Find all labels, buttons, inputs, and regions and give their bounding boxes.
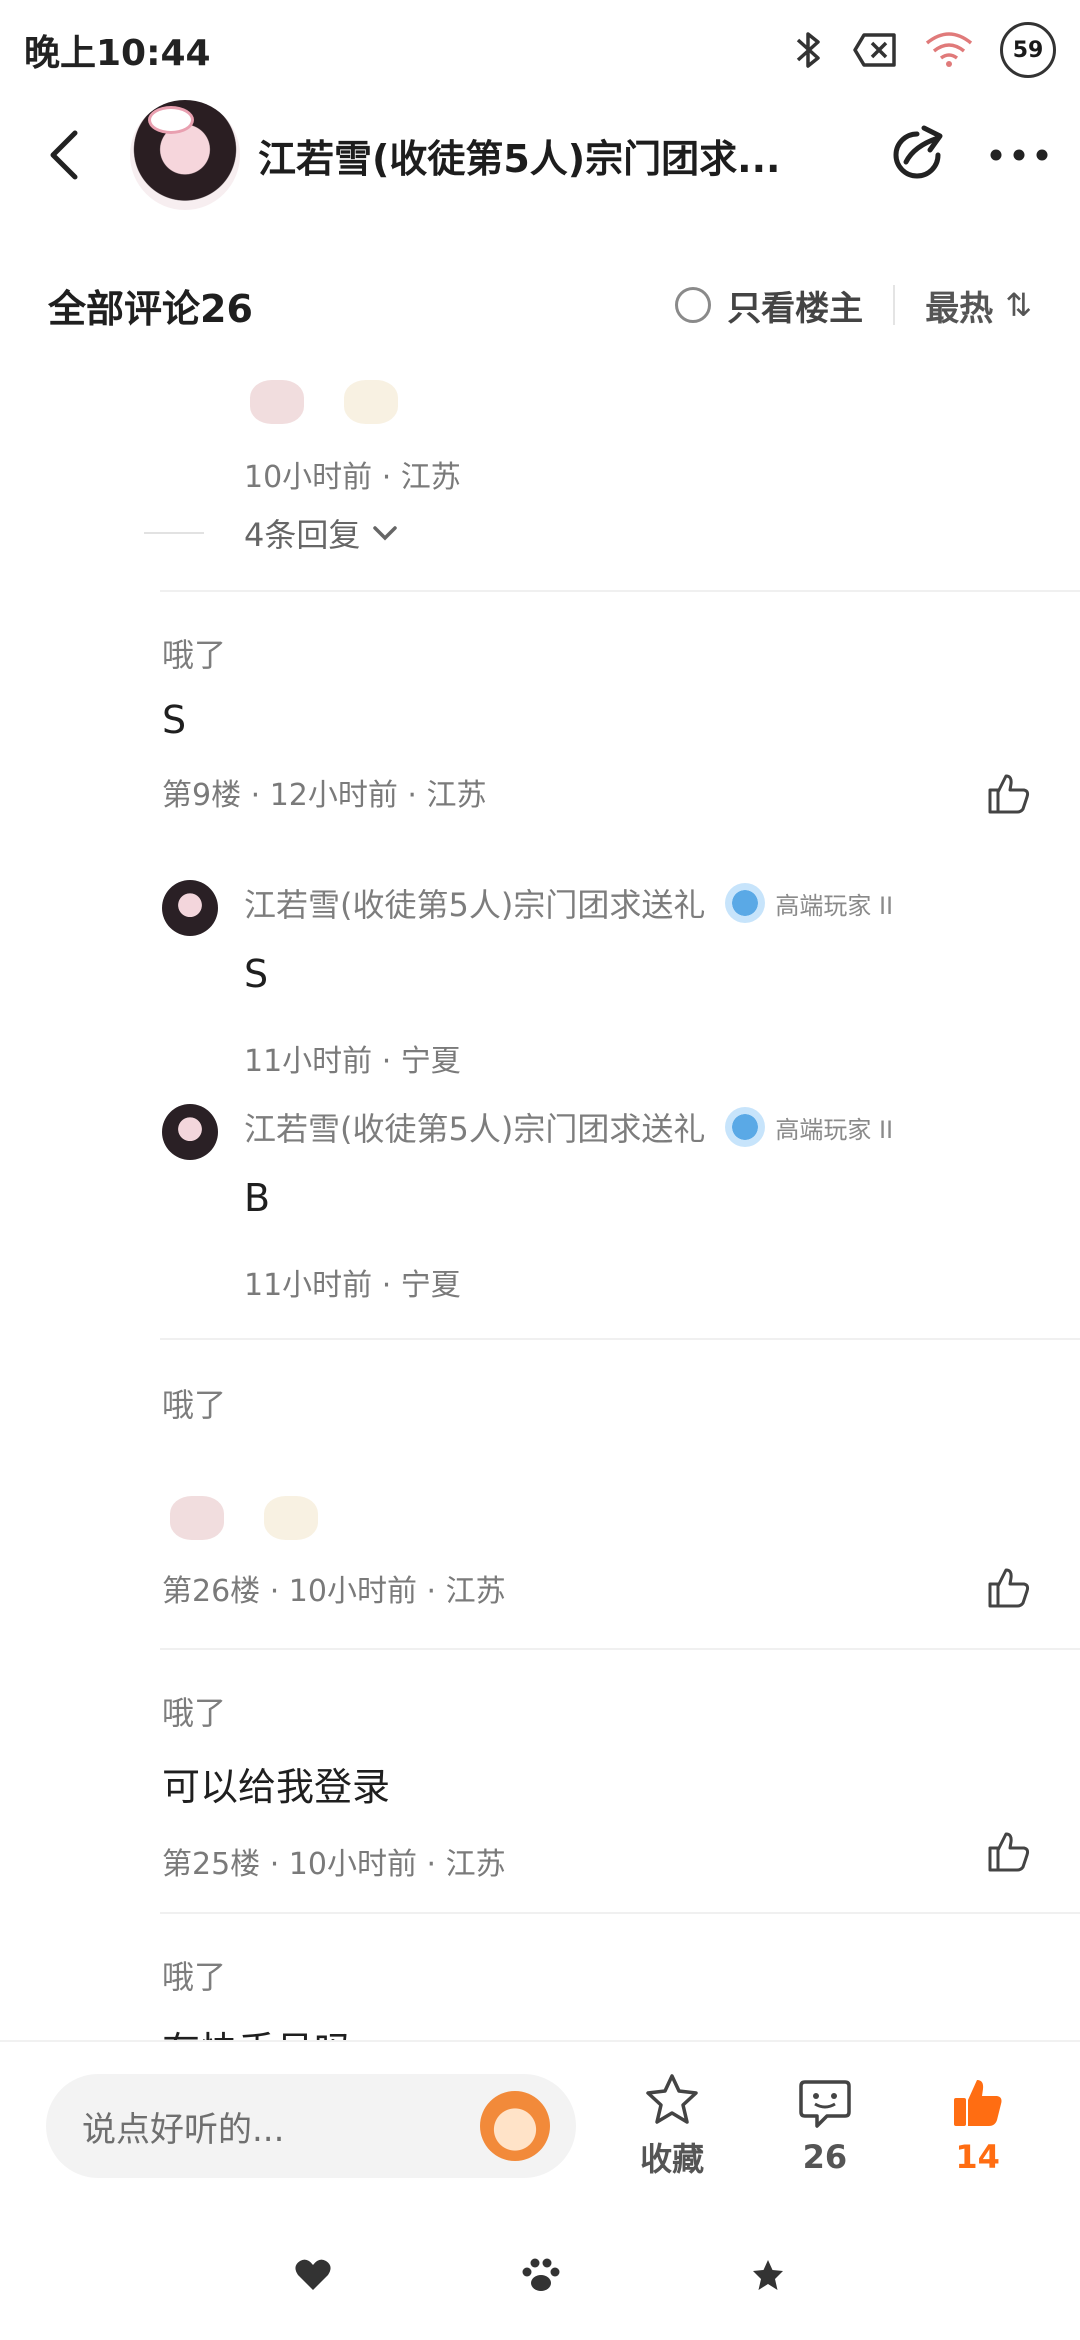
level-badge-label: 高端玩家 II bbox=[775, 891, 894, 920]
back-button[interactable] bbox=[30, 120, 100, 190]
status-time: 晚上10:44 bbox=[24, 33, 211, 74]
comment-username[interactable]: 哦了 bbox=[162, 1952, 1080, 1998]
view-replies-label: 4条回复 bbox=[244, 516, 361, 554]
sort-button[interactable]: 最热 bbox=[925, 281, 993, 330]
like-icon[interactable] bbox=[984, 1828, 1032, 1876]
filter-controls: 只看楼主 最热 ⇅ bbox=[675, 281, 1032, 330]
comment-meta: 第25楼 · 10小时前 · 江苏 bbox=[162, 1847, 506, 1882]
reply-username[interactable]: 江若雪(收徒第5人)宗门团求送礼 bbox=[244, 1104, 705, 1150]
share-icon[interactable] bbox=[886, 124, 948, 186]
bottom-action-bar: 说点好听的... 收藏 26 14 bbox=[0, 2040, 1080, 2210]
comment-text: 有快手号吗 bbox=[162, 2020, 1080, 2040]
comment-username[interactable]: 哦了 bbox=[162, 630, 1080, 676]
comment-button[interactable]: 26 bbox=[769, 2076, 882, 2176]
comments-list: 10小时前 · 江苏 4条回复 哦了 S 第9楼 · 12小时前 · 江苏 江若… bbox=[0, 360, 1080, 2040]
sticker-image bbox=[344, 380, 398, 424]
comment-meta: 第26楼 · 10小时前 · 江苏 bbox=[162, 1574, 506, 1609]
level-badge-icon bbox=[725, 883, 766, 923]
header-actions bbox=[886, 124, 1050, 186]
wifi-icon bbox=[925, 32, 973, 67]
status-bar: 晚上10:44 59 bbox=[0, 0, 1080, 100]
sticker-image bbox=[264, 1496, 318, 1540]
sticker-row bbox=[170, 1496, 1080, 1540]
comment-count: 26 bbox=[802, 2138, 848, 2176]
sim-off-icon bbox=[853, 33, 896, 67]
chevron-down-icon bbox=[373, 526, 398, 541]
post-header: 江若雪(收徒第5人)宗门团求... bbox=[0, 100, 1080, 210]
comment-item: 哦了 可以给我登录 第25楼 · 10小时前 · 江苏 bbox=[162, 1688, 1080, 1883]
reply-text: B bbox=[244, 1176, 271, 1220]
paw-icon[interactable] bbox=[521, 2257, 561, 2293]
star-nav-icon[interactable] bbox=[750, 2258, 786, 2292]
comment-text: 可以给我登录 bbox=[162, 1765, 391, 1809]
all-comments-label: 全部评论26 bbox=[48, 286, 253, 331]
only-op-radio[interactable] bbox=[675, 287, 712, 323]
comment-meta: 10小时前 · 江苏 bbox=[244, 460, 461, 495]
level-badge-label: 高端玩家 II bbox=[775, 1115, 894, 1144]
reply-body: 江若雪(收徒第5人)宗门团求送礼 高端玩家 II B 11小时前 · 宁夏 bbox=[244, 1104, 1080, 1304]
sort-icon[interactable]: ⇅ bbox=[1005, 286, 1032, 324]
comment-input[interactable]: 说点好听的... bbox=[46, 2074, 576, 2178]
divider bbox=[893, 285, 896, 325]
collect-label: 收藏 bbox=[640, 2140, 705, 2178]
reply-text: S bbox=[244, 952, 269, 996]
divider bbox=[160, 1338, 1080, 1340]
chevron-left-icon bbox=[50, 130, 78, 180]
reply-body: 江若雪(收徒第5人)宗门团求送礼 高端玩家 II S 11小时前 · 宁夏 bbox=[244, 880, 1080, 1080]
comment-input-placeholder: 说点好听的... bbox=[82, 2109, 285, 2150]
navigation-bar bbox=[0, 2210, 1080, 2340]
reply-username[interactable]: 江若雪(收徒第5人)宗门团求送礼 bbox=[244, 880, 705, 926]
divider bbox=[160, 1648, 1080, 1650]
more-icon[interactable] bbox=[988, 145, 1050, 165]
comment-item: 哦了 S 第9楼 · 12小时前 · 江苏 bbox=[162, 630, 1080, 814]
comment-username[interactable]: 哦了 bbox=[162, 1688, 1080, 1734]
reply-meta: 11小时前 · 宁夏 bbox=[244, 1268, 461, 1303]
comment-meta: 第9楼 · 12小时前 · 江苏 bbox=[162, 778, 487, 813]
post-title: 江若雪(收徒第5人)宗门团求... bbox=[258, 136, 781, 181]
comment-username[interactable]: 哦了 bbox=[162, 1380, 1080, 1426]
only-op-label[interactable]: 只看楼主 bbox=[727, 281, 863, 330]
comment-bubble-icon bbox=[799, 2080, 851, 2128]
status-icons: 59 bbox=[792, 22, 1056, 78]
thumbs-up-icon bbox=[953, 2080, 1002, 2126]
reply-header: 江若雪(收徒第5人)宗门团求送礼 高端玩家 II bbox=[244, 880, 1080, 926]
heart-icon[interactable] bbox=[294, 2258, 332, 2292]
divider bbox=[144, 532, 204, 534]
battery-indicator: 59 bbox=[1000, 22, 1056, 78]
comments-filter-bar: 全部评论26 只看楼主 最热 ⇅ bbox=[0, 250, 1080, 360]
bluetooth-icon bbox=[796, 32, 820, 68]
like-button[interactable]: 14 bbox=[921, 2076, 1034, 2176]
sticker-image bbox=[170, 1496, 224, 1540]
sticker-row bbox=[250, 380, 398, 424]
reply-avatar[interactable] bbox=[162, 1104, 218, 1160]
divider bbox=[160, 590, 1080, 592]
like-count: 14 bbox=[955, 2138, 1000, 2176]
level-badge-icon bbox=[725, 1107, 766, 1147]
like-icon[interactable] bbox=[984, 1564, 1032, 1612]
view-replies-button[interactable]: 4条回复 bbox=[144, 510, 400, 556]
mascot-emoji-icon[interactable] bbox=[479, 2091, 550, 2161]
like-icon[interactable] bbox=[984, 770, 1032, 818]
collect-button[interactable]: 收藏 bbox=[616, 2072, 729, 2180]
comment-item: 哦了 第26楼 · 10小时前 · 江苏 bbox=[162, 1380, 1080, 1610]
reply-avatar[interactable] bbox=[162, 880, 218, 936]
author-avatar[interactable] bbox=[130, 100, 240, 210]
divider bbox=[160, 1912, 1080, 1914]
reply-header: 江若雪(收徒第5人)宗门团求送礼 高端玩家 II bbox=[244, 1104, 1080, 1150]
star-icon bbox=[646, 2074, 698, 2124]
comment-text: S bbox=[162, 698, 187, 742]
reply-meta: 11小时前 · 宁夏 bbox=[244, 1044, 461, 1079]
comment-item: 哦了 有快手号吗 bbox=[162, 1952, 1080, 2040]
sticker-image bbox=[250, 380, 304, 424]
